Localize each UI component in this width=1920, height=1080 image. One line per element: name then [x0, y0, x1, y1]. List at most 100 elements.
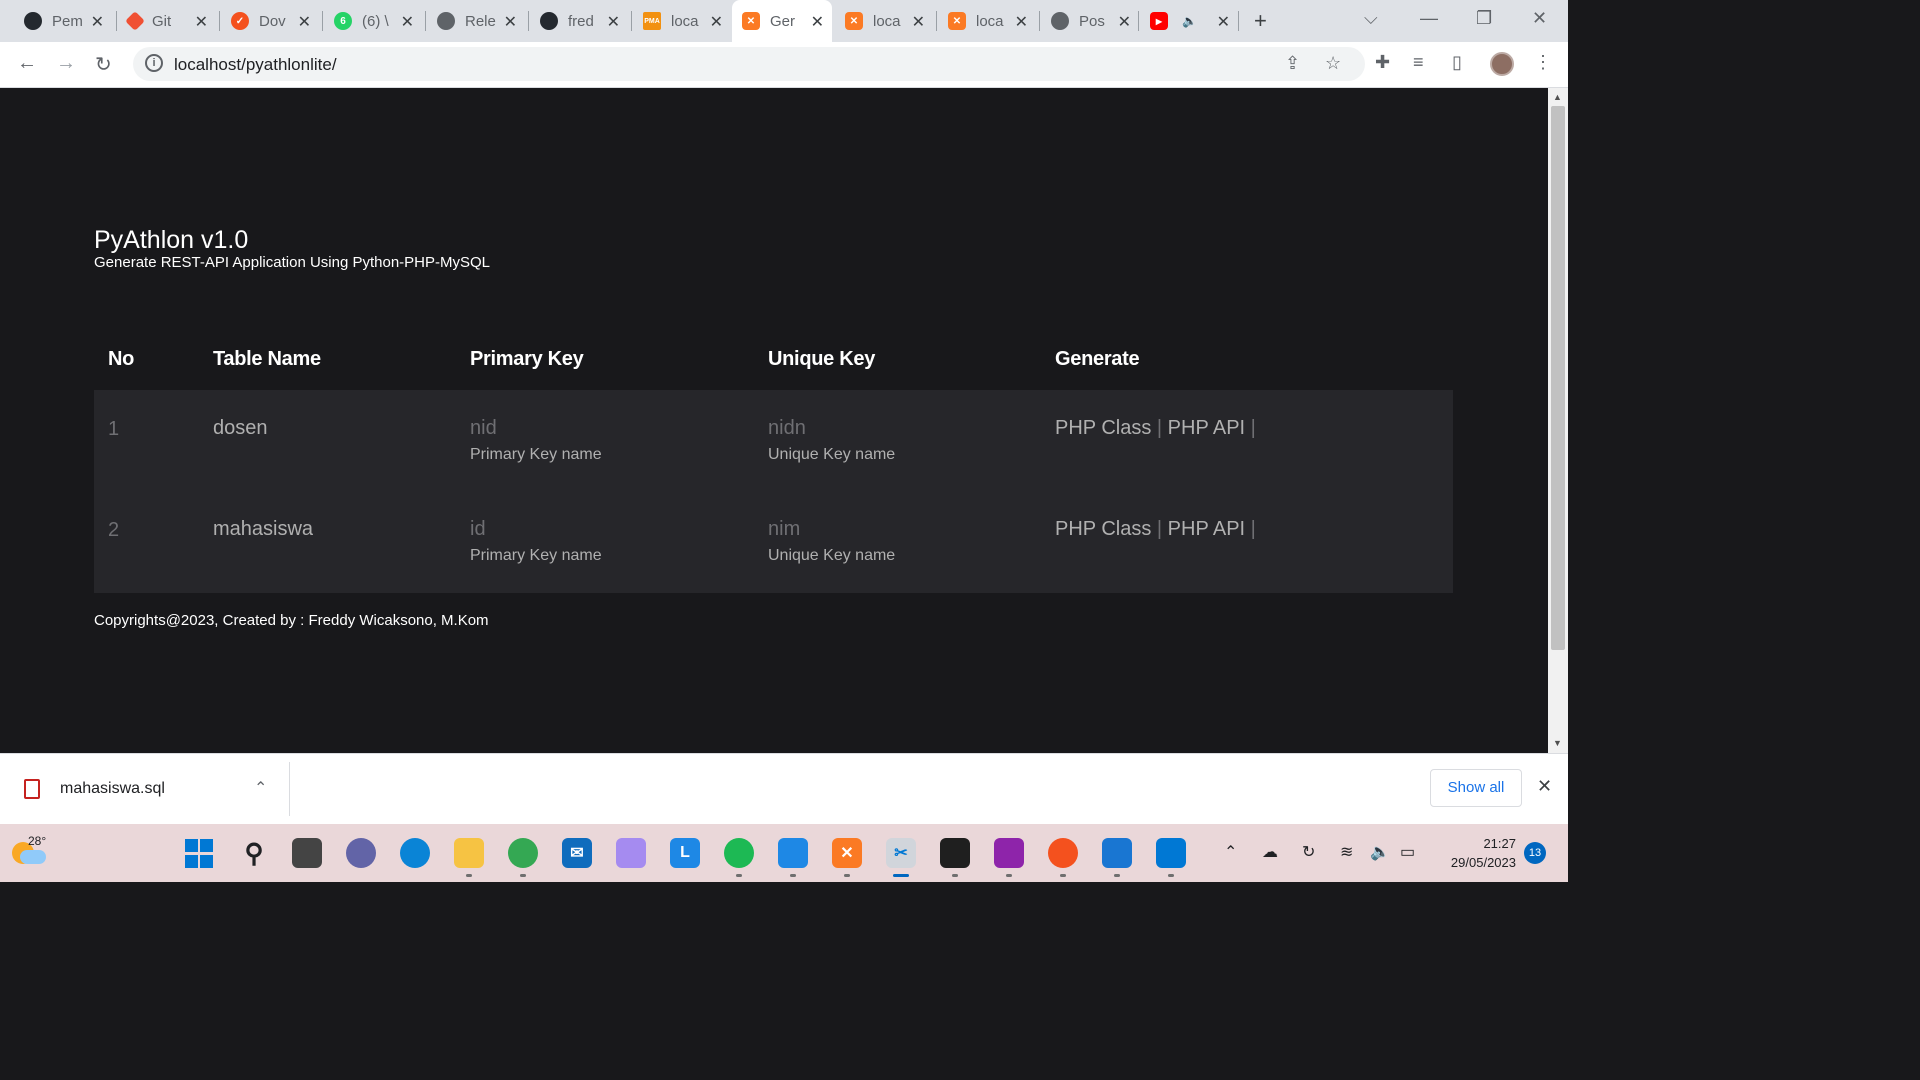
tab-phpmyadmin[interactable]: PMA loca ✕ [633, 6, 731, 36]
tab-download[interactable]: ✓ Dov ✕ [221, 6, 319, 36]
close-icon[interactable]: ✕ [91, 12, 104, 32]
xampp-icon[interactable]: ✕ [832, 838, 862, 868]
spotify-icon[interactable] [724, 838, 754, 868]
page-scrollbar[interactable]: ▲ ▼ [1548, 88, 1568, 753]
terminal-icon[interactable] [940, 838, 970, 868]
window-close-icon[interactable]: ✕ [1532, 8, 1547, 29]
close-icon[interactable]: ✕ [1015, 12, 1028, 32]
unique-key-field[interactable]: nidn Unique Key name [768, 417, 1028, 464]
youtube-icon: ▶ [1150, 12, 1168, 30]
tab-localhost-2[interactable]: ✕ loca ✕ [938, 6, 1036, 36]
battery-icon[interactable]: ▭ [1400, 842, 1415, 862]
extensions-icon[interactable]: ✚ [1375, 52, 1390, 73]
postman-icon[interactable] [1048, 838, 1078, 868]
address-bar[interactable]: i localhost/pyathlonlite/ ⇪ ☆ [133, 47, 1365, 81]
show-all-button[interactable]: Show all [1430, 769, 1522, 807]
restore-icon[interactable]: ❐ [1476, 8, 1492, 29]
close-icon[interactable]: ✕ [504, 12, 517, 32]
close-icon[interactable]: ✕ [912, 12, 925, 32]
reload-icon[interactable]: ↻ [95, 52, 112, 77]
close-icon[interactable]: ✕ [1217, 12, 1230, 32]
unique-key-value[interactable]: nidn [768, 417, 806, 439]
tab-youtube[interactable]: ▶ 🔈 ✕ [1140, 6, 1238, 36]
close-download-bar-icon[interactable]: ✕ [1537, 776, 1552, 797]
tab-title: Rele [465, 12, 496, 30]
onedrive-icon[interactable]: ☁ [1262, 842, 1278, 862]
volume-icon[interactable]: 🔈 [1370, 842, 1390, 862]
menu-kebab-icon[interactable]: ⋮ [1534, 52, 1552, 73]
search-icon[interactable]: ⚲ [239, 838, 269, 868]
close-icon[interactable]: ✕ [401, 12, 414, 32]
sync-icon[interactable]: ↻ [1302, 842, 1315, 862]
row-table-name: mahasiswa [213, 518, 314, 540]
close-icon[interactable]: ✕ [811, 12, 824, 32]
winrar-icon[interactable] [994, 838, 1024, 868]
mail-icon[interactable]: ✉ [562, 838, 592, 868]
minimize-icon[interactable]: — [1420, 8, 1438, 29]
tab-git[interactable]: Git ✕ [118, 6, 216, 36]
app-l-icon[interactable]: L [670, 838, 700, 868]
primary-key-field[interactable]: nid Primary Key name [470, 417, 730, 464]
back-icon[interactable]: ← [17, 52, 37, 75]
bookmark-star-icon[interactable]: ☆ [1325, 53, 1341, 74]
side-panel-icon[interactable]: ▯ [1452, 52, 1462, 73]
tab-release[interactable]: Rele ✕ [427, 6, 525, 36]
close-icon[interactable]: ✕ [298, 12, 311, 32]
primary-key-value[interactable]: nid [470, 417, 497, 439]
forward-icon[interactable]: → [56, 52, 76, 75]
wifi-icon[interactable]: ≋ [1340, 842, 1353, 862]
chrome-icon[interactable] [508, 838, 538, 868]
edge-icon[interactable] [400, 838, 430, 868]
weather-widget[interactable]: 28° [12, 834, 46, 868]
tab-search-icon[interactable]: ⌵ [1364, 8, 1378, 29]
unique-key-field[interactable]: nim Unique Key name [768, 518, 1028, 565]
tab-whatsapp[interactable]: 6 (6) \ ✕ [324, 6, 422, 36]
primary-key-hint: Primary Key name [470, 446, 602, 463]
site-info-icon[interactable]: i [145, 54, 163, 72]
tab-title: (6) \ [362, 12, 389, 30]
speaker-icon[interactable]: 🔈 [1182, 14, 1197, 28]
tab-generator-active[interactable]: ✕ Ger ✕ [732, 0, 832, 42]
php-api-link[interactable]: PHP API [1168, 518, 1245, 540]
close-icon[interactable]: ✕ [195, 12, 208, 32]
unique-key-value[interactable]: nim [768, 518, 800, 540]
scroll-down-icon[interactable]: ▼ [1553, 738, 1562, 748]
scroll-thumb[interactable] [1551, 106, 1565, 650]
php-class-link[interactable]: PHP Class [1055, 518, 1151, 540]
scroll-up-icon[interactable]: ▲ [1553, 92, 1562, 102]
notepad-icon[interactable] [778, 838, 808, 868]
tab-localhost-1[interactable]: ✕ loca ✕ [835, 6, 933, 36]
close-icon[interactable]: ✕ [1118, 12, 1131, 32]
copilot-icon[interactable] [616, 838, 646, 868]
share-icon[interactable]: ⇪ [1285, 53, 1300, 74]
close-icon[interactable]: ✕ [607, 12, 620, 32]
app-title: PyAthlon v1.0 [94, 226, 249, 254]
clock[interactable]: 21:27 29/05/2023 [1440, 834, 1516, 872]
notification-badge[interactable]: 13 [1524, 842, 1546, 864]
new-tab-icon[interactable]: + [1254, 8, 1267, 34]
chevron-up-tray-icon[interactable]: ⌃ [1224, 842, 1237, 862]
teams-chat-icon[interactable] [346, 838, 376, 868]
tab-github-1[interactable]: Pem ✕ [14, 6, 112, 36]
tab-title: loca [976, 12, 1004, 30]
tab-post[interactable]: Pos ✕ [1041, 6, 1139, 36]
tab-title: Dov [259, 12, 286, 30]
windows-start-icon[interactable] [184, 838, 214, 868]
primary-key-value[interactable]: id [470, 518, 486, 540]
unique-key-hint: Unique Key name [768, 547, 896, 564]
url-text[interactable]: localhost/pyathlonlite/ [174, 55, 337, 75]
close-icon[interactable]: ✕ [710, 12, 723, 32]
snipping-tool-icon[interactable]: ✂ [886, 838, 916, 868]
media-control-icon[interactable]: ≡ [1413, 52, 1424, 73]
download-filename[interactable]: mahasiswa.sql [60, 780, 165, 798]
vscode-icon[interactable] [1156, 838, 1186, 868]
file-explorer-icon[interactable] [454, 838, 484, 868]
php-api-link[interactable]: PHP API [1168, 417, 1245, 439]
profile-avatar[interactable] [1490, 52, 1514, 76]
photos-icon[interactable] [1102, 838, 1132, 868]
php-class-link[interactable]: PHP Class [1055, 417, 1151, 439]
chevron-up-icon[interactable]: ⌃ [254, 778, 267, 798]
primary-key-field[interactable]: id Primary Key name [470, 518, 730, 565]
tab-github-2[interactable]: fred ✕ [530, 6, 628, 36]
task-view-icon[interactable] [292, 838, 322, 868]
